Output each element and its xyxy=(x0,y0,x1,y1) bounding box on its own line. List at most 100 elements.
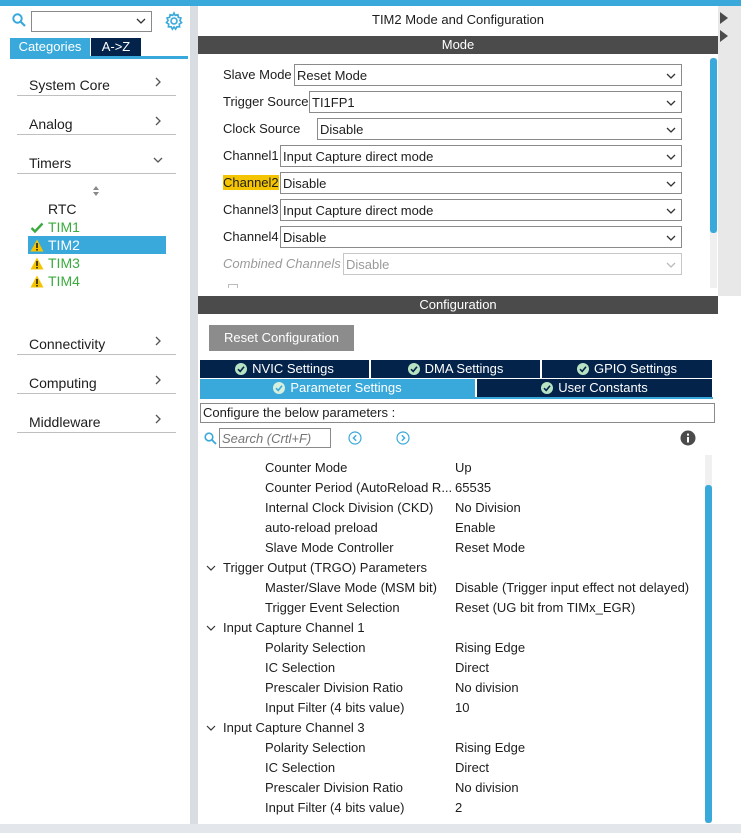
channel4-select[interactable]: Disable xyxy=(280,226,682,248)
category-computing[interactable]: Computing xyxy=(17,368,176,394)
tab-a-z[interactable]: A->Z xyxy=(91,38,141,56)
reset-configuration-button[interactable]: Reset Configuration xyxy=(209,325,354,351)
chevron-down-icon xyxy=(666,235,676,241)
chevron-right-icon xyxy=(155,116,161,126)
param-value: Reset (UG bit from TIMx_EGR) xyxy=(455,600,636,615)
tab-gpio-settings[interactable]: GPIO Settings xyxy=(542,360,712,378)
mode-row-channel2: Channel2 Disable xyxy=(223,172,683,194)
search-combobox[interactable] xyxy=(31,11,152,32)
category-label: Connectivity xyxy=(29,336,106,352)
param-row-trigger-event-selection[interactable]: Trigger Event Selection Reset (UG bit fr… xyxy=(200,598,705,618)
select-value: Disable xyxy=(283,230,327,245)
param-value: 10 xyxy=(455,700,470,715)
param-row-prescaler-division-ratio[interactable]: Prescaler Division Ratio No division xyxy=(200,778,705,798)
chevron-right-icon xyxy=(155,375,161,385)
channel1-select[interactable]: Input Capture direct mode xyxy=(280,145,682,167)
mode-label: Clock Source xyxy=(223,121,301,136)
category-middleware[interactable]: Middleware xyxy=(17,407,176,433)
tab-user-constants[interactable]: User Constants xyxy=(477,379,712,397)
check-circle-icon xyxy=(235,363,248,375)
category-connectivity[interactable]: Connectivity xyxy=(17,329,176,355)
configuration-section-header: Configuration xyxy=(198,296,718,314)
category-timers[interactable]: Timers xyxy=(17,148,176,174)
group-input-capture-channel-3[interactable]: Input Capture Channel 3 xyxy=(200,718,705,738)
info-icon[interactable] xyxy=(680,430,696,446)
param-row-input-filter[interactable]: Input Filter (4 bits value) 10 xyxy=(200,698,705,718)
channel2-select[interactable]: Disable xyxy=(280,172,682,194)
mode-row-trigger-source: Trigger Source TI1FP1 xyxy=(223,91,683,113)
sort-arrows-icon[interactable] xyxy=(90,185,102,197)
param-row-clock-division[interactable]: Internal Clock Division (CKD) No Divisio… xyxy=(200,498,705,518)
param-name: Polarity Selection xyxy=(265,740,366,755)
param-row-counter-mode[interactable]: Counter Mode Up xyxy=(200,458,705,478)
tab-label: NVIC Settings xyxy=(252,361,334,376)
tabs-underline xyxy=(200,397,713,399)
param-value: No division xyxy=(455,780,519,795)
timer-label: TIM1 xyxy=(48,219,80,235)
group-input-capture-channel-1[interactable]: Input Capture Channel 1 xyxy=(200,618,705,638)
param-value: Disable (Trigger input effect not delaye… xyxy=(455,580,690,595)
chevron-right-icon xyxy=(155,336,161,346)
select-value: Disable xyxy=(346,257,390,272)
gear-icon[interactable] xyxy=(164,11,184,31)
next-match-icon[interactable] xyxy=(396,431,410,445)
param-value: Up xyxy=(455,460,472,475)
category-label: Timers xyxy=(29,155,72,171)
param-name: Polarity Selection xyxy=(265,640,366,655)
chevron-down-icon xyxy=(666,73,676,79)
tab-nvic-settings[interactable]: NVIC Settings xyxy=(200,360,369,378)
param-row-counter-period[interactable]: Counter Period (AutoReload R... 65535 xyxy=(200,478,705,498)
group-trigger-output[interactable]: Trigger Output (TRGO) Parameters xyxy=(200,558,705,578)
param-row-ic-selection[interactable]: IC Selection Direct xyxy=(200,758,705,778)
parameter-search-input[interactable] xyxy=(219,428,331,448)
param-row-slave-mode-controller[interactable]: Slave Mode Controller Reset Mode xyxy=(200,538,705,558)
clock-source-select[interactable]: Disable xyxy=(317,118,682,140)
mode-scrollbar-thumb[interactable] xyxy=(710,58,717,233)
param-row-msm-bit[interactable]: Master/Slave Mode (MSM bit) Disable (Tri… xyxy=(200,578,705,598)
select-value: Disable xyxy=(283,176,327,191)
panel-title: TIM2 Mode and Configuration xyxy=(372,12,544,27)
param-value: Enable xyxy=(455,520,496,535)
category-system-core[interactable]: System Core xyxy=(17,70,176,96)
search-icon[interactable] xyxy=(12,13,26,27)
param-name: IC Selection xyxy=(265,660,336,675)
panel-splitter[interactable] xyxy=(190,6,198,824)
previous-match-icon[interactable] xyxy=(348,431,362,445)
timer-item-tim3[interactable]: TIM3 xyxy=(28,254,166,272)
tab-label: Parameter Settings xyxy=(290,380,402,395)
tab-categories[interactable]: Categories xyxy=(10,38,90,56)
side-scroll-region[interactable] xyxy=(718,6,741,296)
category-analog[interactable]: Analog xyxy=(17,109,176,135)
parameters-scrollbar-thumb[interactable] xyxy=(705,485,712,823)
check-circle-icon xyxy=(541,382,554,394)
tab-label: User Constants xyxy=(558,380,648,395)
check-circle-icon xyxy=(407,363,420,375)
timer-item-rtc[interactable]: RTC xyxy=(28,200,166,218)
trigger-source-select[interactable]: TI1FP1 xyxy=(309,91,682,113)
channel3-select[interactable]: Input Capture direct mode xyxy=(280,199,682,221)
timer-item-tim2[interactable]: TIM2 xyxy=(28,236,166,254)
param-row-polarity-selection[interactable]: Polarity Selection Rising Edge xyxy=(200,738,705,758)
select-value: Reset Mode xyxy=(297,68,368,83)
chevron-down-icon xyxy=(666,127,676,133)
partially-hidden-checkbox xyxy=(228,284,238,288)
param-value: No division xyxy=(455,680,519,695)
param-name: Counter Mode xyxy=(265,460,348,475)
triangle-right-icon xyxy=(720,12,728,24)
param-row-ic-selection[interactable]: IC Selection Direct xyxy=(200,658,705,678)
timer-item-tim4[interactable]: TIM4 xyxy=(28,272,166,290)
param-value: Rising Edge xyxy=(455,740,526,755)
param-row-auto-reload-preload[interactable]: auto-reload preload Enable xyxy=(200,518,705,538)
timer-item-tim1[interactable]: TIM1 xyxy=(28,218,166,236)
tab-parameter-settings[interactable]: Parameter Settings xyxy=(200,379,475,397)
chevron-down-icon xyxy=(666,262,676,268)
slave-mode-select[interactable]: Reset Mode xyxy=(294,64,682,86)
category-label: System Core xyxy=(29,77,110,93)
select-value: Disable xyxy=(320,122,364,137)
param-row-prescaler-division-ratio[interactable]: Prescaler Division Ratio No division xyxy=(200,678,705,698)
param-row-polarity-selection[interactable]: Polarity Selection Rising Edge xyxy=(200,638,705,658)
param-name: Slave Mode Controller xyxy=(265,540,394,555)
tab-dma-settings[interactable]: DMA Settings xyxy=(371,360,540,378)
param-row-input-filter[interactable]: Input Filter (4 bits value) 2 xyxy=(200,798,705,818)
chevron-down-icon xyxy=(136,18,146,24)
